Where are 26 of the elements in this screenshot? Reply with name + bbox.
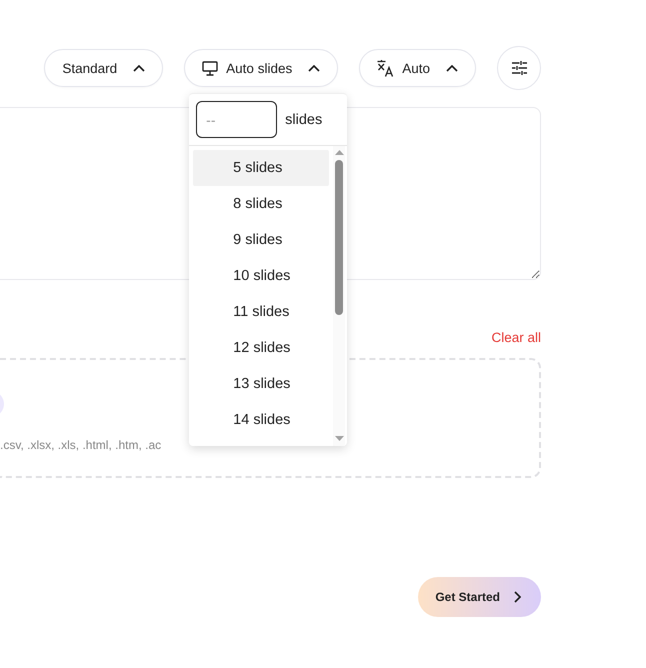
menu-option[interactable]: 13 slides: [193, 366, 330, 402]
chevron-up-icon: [446, 64, 458, 72]
scroll-down-icon[interactable]: [334, 436, 344, 441]
mode-select[interactable]: Standard: [44, 49, 164, 87]
slide-count-input[interactable]: --: [196, 101, 278, 138]
supported-formats-text: .csv, .xlsx, .xls, .html, .htm, .ac: [0, 438, 162, 452]
menu-option[interactable]: 9 slides: [193, 222, 330, 258]
chevron-up-icon: [133, 64, 146, 72]
slide-count-select[interactable]: Auto slides: [184, 49, 338, 87]
scrollbar-thumb[interactable]: [335, 160, 344, 315]
menu-option[interactable]: 11 slides: [193, 294, 330, 330]
menu-option[interactable]: 8 slides: [193, 186, 330, 222]
chevron-up-icon: [308, 64, 320, 72]
unit-label: slides: [285, 112, 322, 128]
settings-icon: [512, 61, 526, 75]
monitor-icon: [202, 60, 218, 76]
settings-button[interactable]: [497, 46, 541, 90]
translate-icon: [377, 60, 394, 76]
get-started-button[interactable]: Get Started: [418, 577, 541, 617]
menu-option[interactable]: 5 slides: [193, 150, 330, 186]
menu-option[interactable]: 14 slides: [193, 402, 330, 438]
language-select[interactable]: Auto: [359, 49, 476, 87]
scroll-up-icon[interactable]: [334, 150, 344, 155]
clear-all-button[interactable]: Clear all: [491, 330, 541, 346]
chevron-right-icon: [514, 591, 521, 603]
menu-option[interactable]: 10 slides: [193, 258, 330, 294]
